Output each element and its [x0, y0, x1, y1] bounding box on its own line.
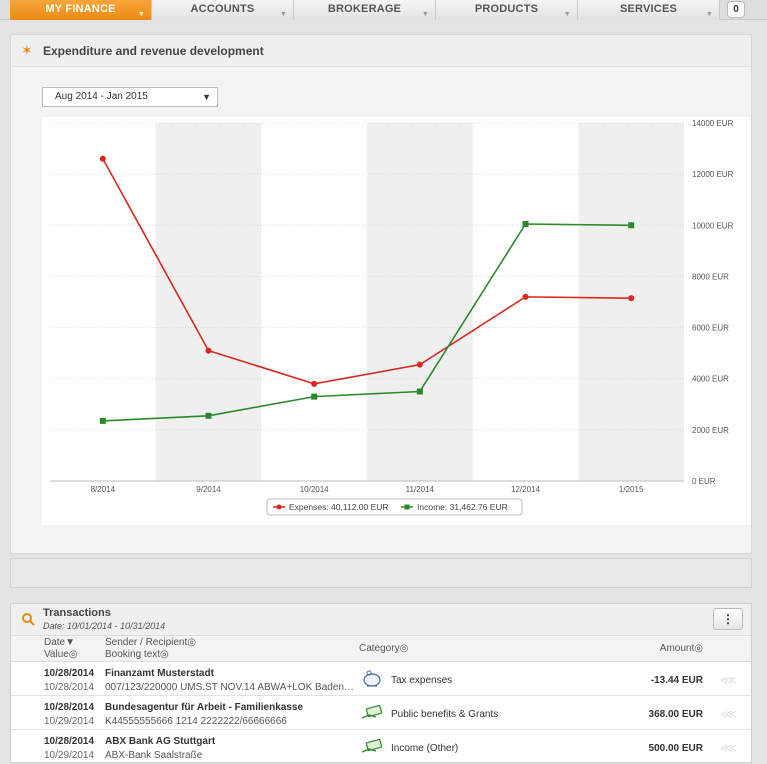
row-booking-text: ABX-Bank Saalstraße [105, 750, 203, 761]
y-tick-label: 8000 EUR [692, 272, 729, 281]
table-header: Date▼ Value◎ Sender / Recipient◎ Booking… [11, 636, 751, 662]
row-category[interactable]: Tax expenses [391, 675, 452, 686]
chevron-down-icon: ▼ [279, 11, 287, 18]
nav-my-finance-label: MY FINANCE [45, 3, 116, 15]
data-point-income [311, 393, 318, 400]
nav-brokerage[interactable]: BROKERAGE ▼ [294, 0, 436, 20]
data-point-income [99, 417, 106, 424]
share-icon[interactable]: ⋘ [720, 707, 737, 721]
notification-badge[interactable]: 0 [727, 1, 745, 18]
row-sender: ABX Bank AG Stuttgart [105, 736, 216, 747]
chart-panel-header: ✶ Expenditure and revenue development [11, 35, 751, 67]
money-hand-icon [361, 738, 383, 753]
y-tick-label: 4000 EUR [692, 375, 729, 384]
x-tick-label: 1/2015 [619, 485, 644, 494]
row-sender: Bundesagentur für Arbeit - Familienkasse [105, 702, 304, 713]
row-sender: Finanzamt Musterstadt [105, 668, 214, 679]
more-options-button[interactable]: ⋮ [713, 608, 743, 630]
row-amount: -13.44 EUR [650, 675, 703, 686]
row-amount: 368.00 EUR [648, 709, 703, 720]
row-value-date: 10/29/2014 [44, 716, 95, 727]
row-category[interactable]: Income (Other) [391, 743, 458, 754]
chart-column-band [578, 123, 684, 481]
y-tick-label: 6000 EUR [692, 324, 729, 333]
x-tick-label: 9/2014 [196, 485, 221, 494]
chart-column-band [155, 123, 262, 481]
row-booking-text: 007/123/220000 UMS.ST NOV.14 ABWA+LOK Ba… [105, 682, 355, 693]
transactions-date-range: Date: 10/01/2014 - 10/31/2014 [43, 621, 166, 631]
share-icon[interactable]: ⋘ [720, 741, 737, 755]
data-point-expenses [416, 361, 423, 368]
chart-panel-title: Expenditure and revenue development [43, 44, 264, 58]
y-tick-label: 10000 EUR [692, 221, 734, 230]
data-point-expenses [205, 347, 212, 354]
data-point-income [205, 412, 212, 419]
nav-products[interactable]: PRODUCTS ▼ [436, 0, 578, 20]
share-icon[interactable]: ⋘ [720, 673, 737, 687]
legend-expenses-label: Expenses: 40,112.00 EUR [289, 502, 389, 512]
row-booking-text: K44555555666 1214 2222222/66666666 [105, 716, 287, 727]
data-point-income [416, 388, 423, 395]
data-point-expenses [522, 293, 529, 300]
money-hand-icon [361, 704, 383, 719]
chevron-down-icon: ▼ [137, 11, 145, 18]
transactions-header: Transactions Date: 10/01/2014 - 10/31/20… [11, 604, 751, 636]
legend-income-label: Income: 31,462.76 EUR [417, 502, 508, 512]
chart-column-band [367, 123, 473, 481]
search-icon[interactable] [21, 612, 35, 626]
nav-products-label: PRODUCTS [474, 3, 539, 15]
table-row[interactable]: 10/28/2014 10/29/2014 ABX Bank AG Stuttg… [11, 730, 751, 764]
chevron-down-icon: ▼ [705, 11, 713, 18]
col-category[interactable]: Category◎ [359, 643, 408, 654]
period-select-value: Aug 2014 - Jan 2015 [55, 91, 148, 102]
col-date[interactable]: Date▼ [44, 637, 75, 648]
col-booking[interactable]: Booking text◎ [105, 649, 169, 660]
x-tick-label: 8/2014 [91, 485, 116, 494]
chevron-down-icon: ▼ [563, 11, 571, 18]
line-chart: 0 EUR 2000 EUR 4000 EUR 6000 EUR 8000 EUR 100… [50, 119, 734, 516]
piggy-bank-icon [363, 670, 381, 687]
nav-services[interactable]: SERVICES ▼ [578, 0, 720, 20]
data-point-expenses [628, 295, 635, 302]
chevron-down-icon: ▼ [202, 92, 211, 102]
row-amount: 500.00 EUR [648, 743, 703, 754]
nav-my-finance[interactable]: MY FINANCE ▼ [10, 0, 152, 20]
sparkle-icon: ✶ [21, 42, 33, 58]
table-row[interactable]: 10/28/2014 10/29/2014 Bundesagentur für … [11, 696, 751, 730]
row-value-date: 10/29/2014 [44, 750, 95, 761]
row-category[interactable]: Public benefits & Grants [391, 709, 498, 720]
data-point-income [628, 222, 635, 229]
y-tick-label: 12000 EUR [692, 170, 734, 179]
transactions-panel: Transactions Date: 10/01/2014 - 10/31/20… [10, 603, 752, 764]
x-tick-label: 12/2014 [511, 485, 540, 494]
nav-accounts-label: ACCOUNTS [190, 3, 255, 15]
nav-services-label: SERVICES [619, 3, 678, 15]
data-point-expenses [311, 380, 318, 387]
x-tick-label: 11/2014 [406, 485, 435, 494]
y-tick-label: 2000 EUR [692, 426, 729, 435]
y-tick-label: 0 EUR [692, 477, 716, 486]
period-select[interactable]: Aug 2014 - Jan 2015 ▼ [42, 87, 218, 107]
x-tick-label: 10/2014 [300, 485, 329, 494]
legend-expenses-marker [276, 504, 282, 510]
row-date: 10/28/2014 [44, 702, 95, 713]
row-date: 10/28/2014 [44, 668, 95, 679]
transactions-title: Transactions [43, 607, 111, 619]
top-navigation: MY FINANCE ▼ ACCOUNTS ▼ BROKERAGE ▼ PROD… [0, 0, 767, 20]
y-tick-label: 14000 EUR [692, 119, 734, 128]
chevron-down-icon: ▼ [421, 11, 429, 18]
nav-brokerage-label: BROKERAGE [327, 3, 402, 15]
chart-area: 0 EUR 2000 EUR 4000 EUR 6000 EUR 8000 EUR 100… [42, 117, 751, 525]
nav-accounts[interactable]: ACCOUNTS ▼ [152, 0, 294, 20]
legend-income-marker [404, 504, 410, 510]
row-date: 10/28/2014 [44, 736, 95, 747]
row-value-date: 10/28/2014 [44, 682, 95, 693]
col-sender[interactable]: Sender / Recipient◎ [105, 637, 196, 648]
col-amount[interactable]: Amount◎ [660, 643, 703, 654]
data-point-income [522, 221, 529, 228]
table-row[interactable]: 10/28/2014 10/28/2014 Finanzamt Musterst… [11, 662, 751, 696]
spacer-bar [10, 558, 752, 588]
col-value[interactable]: Value◎ [44, 649, 78, 660]
data-point-expenses [99, 155, 106, 162]
